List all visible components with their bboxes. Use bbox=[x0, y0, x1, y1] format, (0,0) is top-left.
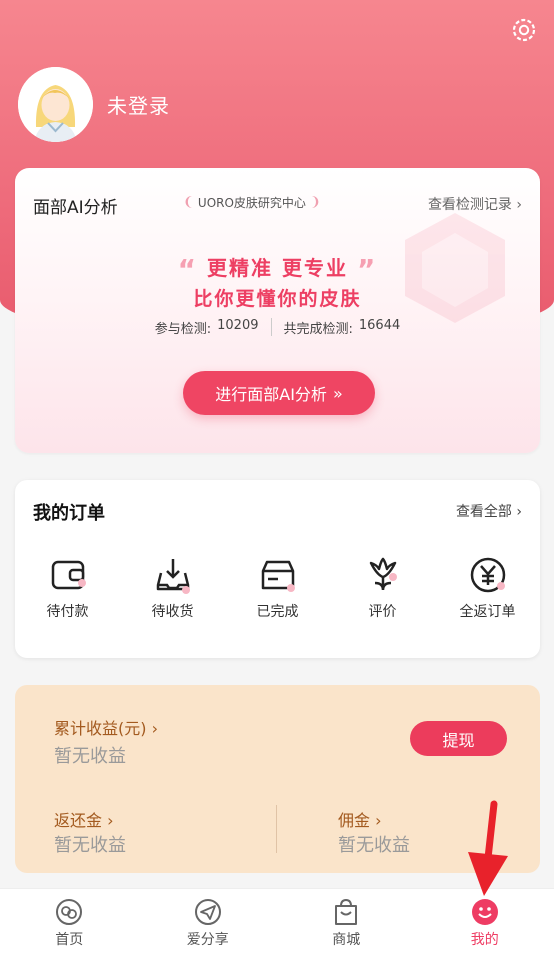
order-item-label: 待付款 bbox=[46, 604, 89, 620]
rebate-label[interactable]: 返还金 bbox=[54, 811, 102, 830]
double-chevron-icon: » bbox=[332, 383, 343, 403]
chevron-right-icon: › bbox=[151, 719, 158, 738]
earnings-divider bbox=[276, 805, 277, 853]
login-status[interactable]: 未登录 bbox=[107, 90, 170, 119]
total-earnings-link[interactable]: 累计收益(元) › bbox=[54, 715, 158, 739]
inbox-download-icon bbox=[156, 559, 190, 594]
total-earnings-value: 暂无收益 bbox=[54, 746, 126, 767]
commission-link[interactable]: 佣金 › bbox=[338, 807, 382, 831]
yen-icon bbox=[470, 557, 505, 593]
box-icon bbox=[261, 560, 295, 592]
rebate-link[interactable]: 返还金 › bbox=[54, 807, 114, 831]
ai-card-title: 面部AI分析 bbox=[33, 198, 118, 218]
start-ai-analysis-button[interactable]: 进行面部AI分析 » bbox=[183, 371, 375, 415]
rebate-value: 暂无收益 bbox=[54, 835, 126, 856]
gear-icon[interactable] bbox=[510, 16, 538, 44]
detection-stats: 参与检测: 10209 共完成检测: 16644 bbox=[15, 318, 540, 337]
ai-analysis-card: 面部AI分析 ❨ UORO皮肤研究中心 ❩ 查看检测记录 › “ 更精准 更专业… bbox=[15, 168, 540, 453]
order-item-full-rebate[interactable]: 全返订单 bbox=[435, 555, 540, 621]
withdraw-button[interactable]: 提现 bbox=[410, 721, 507, 756]
order-status-list: 待付款 待收货 已完成 评价 全返订单 bbox=[15, 555, 540, 621]
slogan-text-1: 更精准 更专业 bbox=[207, 256, 348, 280]
participated-value: 10209 bbox=[217, 318, 259, 333]
slogan-line-2: 比你更懂你的皮肤 bbox=[193, 288, 362, 310]
tab-share[interactable]: 爱分享 bbox=[139, 889, 278, 953]
research-center-label: UORO皮肤研究中心 bbox=[197, 196, 306, 210]
user-profile[interactable]: 未登录 bbox=[18, 67, 170, 142]
commission-value: 暂无收益 bbox=[338, 835, 410, 856]
share-icon bbox=[194, 899, 221, 925]
red-arrow-annotation bbox=[468, 800, 508, 896]
wallet-icon bbox=[51, 560, 86, 590]
completed-label: 共完成检测: bbox=[283, 322, 353, 337]
completed-value: 16644 bbox=[358, 318, 401, 333]
order-item-pending-payment[interactable]: 待付款 bbox=[15, 555, 120, 621]
chevron-right-icon: › bbox=[375, 811, 382, 830]
order-item-pending-receipt[interactable]: 待收货 bbox=[120, 555, 225, 621]
tab-home[interactable]: 首页 bbox=[0, 889, 139, 953]
order-item-label: 评价 bbox=[368, 604, 397, 620]
chevron-right-icon: › bbox=[107, 811, 114, 830]
tab-label: 我的 bbox=[470, 932, 499, 948]
view-history-label[interactable]: 查看检测记录 bbox=[428, 197, 512, 213]
orders-title: 我的订单 bbox=[33, 503, 105, 524]
tulip-icon bbox=[369, 557, 397, 591]
research-center-badge: ❨ UORO皮肤研究中心 ❩ bbox=[183, 194, 321, 211]
my-orders-card: 我的订单 查看全部 › 待付款 待收货 已完成 评价 全返订单 bbox=[15, 480, 540, 658]
slogan-line-1: “ 更精准 更专业 ” bbox=[15, 252, 540, 286]
order-item-review[interactable]: 评价 bbox=[330, 555, 435, 621]
avatar[interactable] bbox=[18, 67, 93, 142]
order-item-label: 待收货 bbox=[151, 604, 194, 620]
tab-label: 爱分享 bbox=[186, 932, 229, 948]
order-item-completed[interactable]: 已完成 bbox=[225, 555, 330, 621]
tab-mall[interactable]: 商城 bbox=[277, 889, 416, 953]
tab-label: 首页 bbox=[55, 932, 84, 948]
order-item-label: 全返订单 bbox=[459, 604, 516, 620]
start-ai-analysis-label[interactable]: 进行面部AI分析 bbox=[215, 381, 327, 405]
stats-divider bbox=[270, 318, 272, 336]
participated-label: 参与检测: bbox=[154, 322, 212, 337]
commission-label[interactable]: 佣金 bbox=[338, 811, 370, 830]
shopping-bag-icon bbox=[335, 898, 358, 925]
open-quote-icon: “ bbox=[177, 253, 199, 286]
total-earnings-label[interactable]: 累计收益(元) bbox=[54, 719, 147, 738]
chevron-right-icon: › bbox=[516, 197, 522, 213]
home-icon bbox=[56, 899, 83, 925]
tab-label: 商城 bbox=[332, 932, 361, 948]
close-quote-icon: ” bbox=[356, 253, 378, 286]
smile-icon bbox=[471, 899, 498, 925]
view-all-orders-link[interactable]: 查看全部 › bbox=[456, 501, 522, 521]
chevron-right-icon: › bbox=[516, 504, 522, 520]
view-history-link[interactable]: 查看检测记录 › bbox=[428, 194, 522, 214]
order-item-label: 已完成 bbox=[256, 604, 299, 620]
laurel-left-icon: ❨ bbox=[183, 195, 194, 210]
laurel-right-icon: ❩ bbox=[309, 195, 321, 210]
view-all-label[interactable]: 查看全部 bbox=[456, 504, 512, 520]
